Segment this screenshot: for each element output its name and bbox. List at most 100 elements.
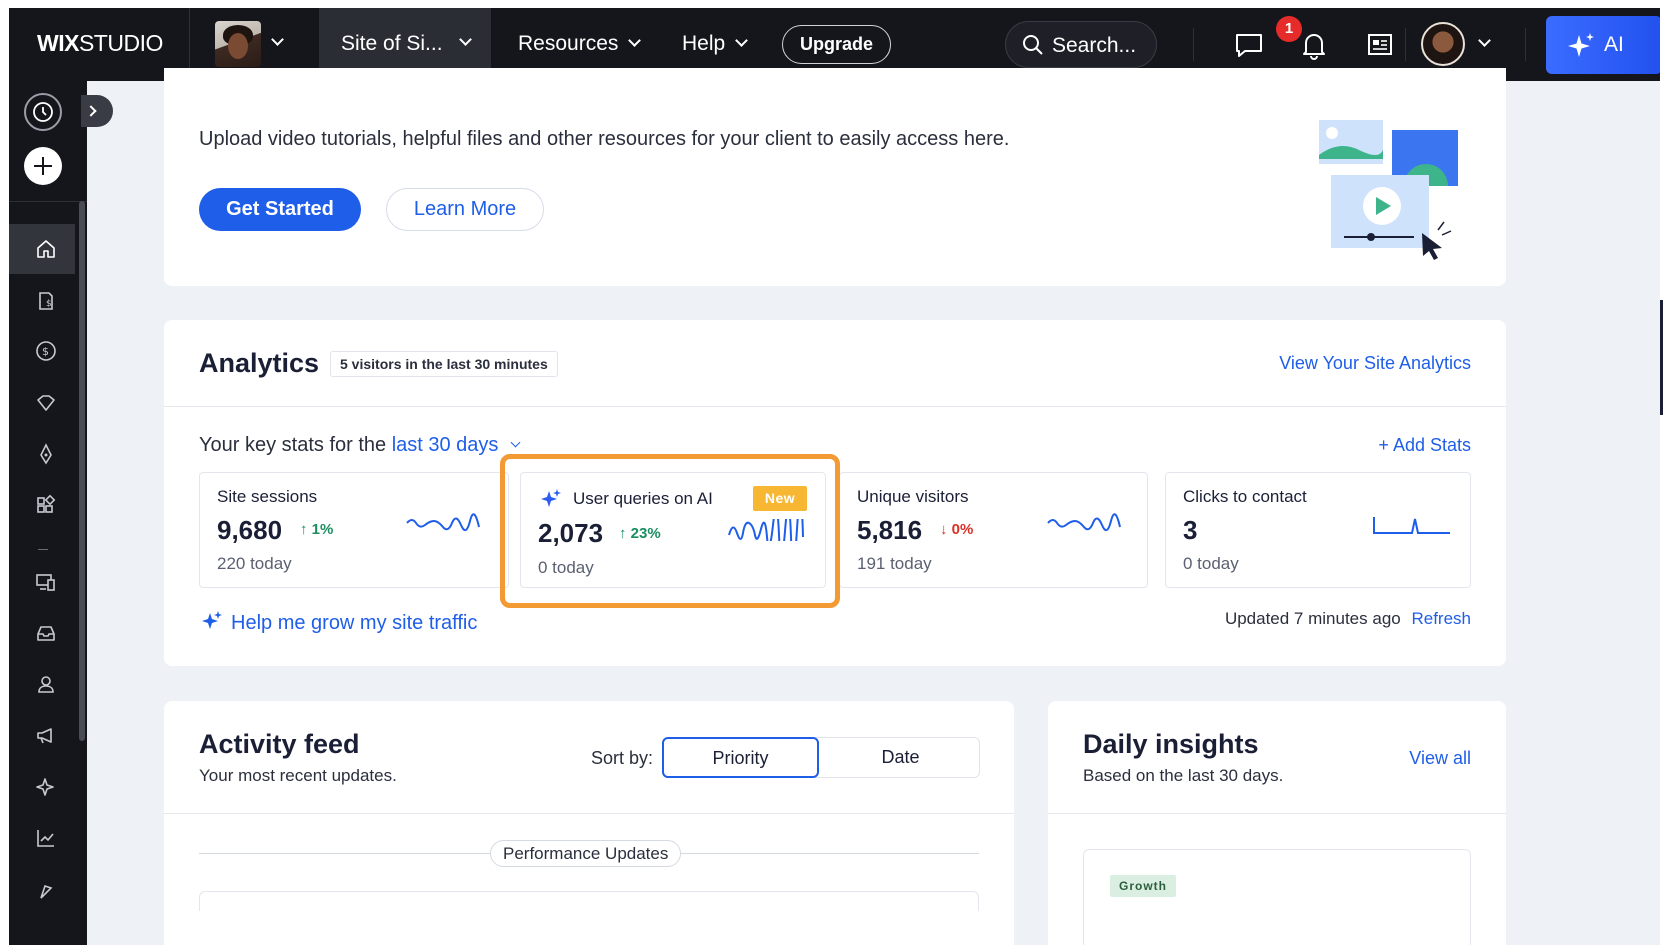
sales-document-icon[interactable]: $ — [35, 290, 57, 312]
activity-feed-title: Activity feed — [199, 729, 360, 759]
stat-card-unique-visitors[interactable]: Unique visitors 5,816 ↓ 0% 191 today — [839, 472, 1148, 588]
divider — [1405, 28, 1406, 61]
last-updated: Updated 7 minutes ago Refresh — [1224, 609, 1471, 628]
workspace-switcher[interactable] — [215, 21, 295, 67]
stat-card-site-sessions[interactable]: Site sessions 9,680 ↑ 1% 220 today — [199, 472, 509, 588]
stat-change: ↓ 0% — [940, 521, 974, 538]
search-bar[interactable]: Search... — [1005, 21, 1157, 68]
sort-priority-option[interactable]: Priority — [662, 737, 819, 778]
stat-card-clicks-to-contact[interactable]: Clicks to contact 3 0 today — [1165, 472, 1471, 588]
highlight-frame — [500, 454, 840, 608]
divider — [1193, 28, 1194, 61]
app-frame: WIXSTUDIO Site of Si... Resources Help U… — [9, 8, 1669, 945]
client-resources-card: Upload video tutorials, helpful files an… — [164, 68, 1506, 286]
stat-change: ↑ 1% — [300, 521, 334, 538]
view-site-analytics-link[interactable]: View Your Site Analytics — [1279, 353, 1471, 374]
sort-toggle: Priority Date — [662, 737, 980, 778]
stat-value: 9,680 — [217, 515, 283, 545]
chevron-down-icon[interactable] — [510, 437, 521, 448]
megaphone-icon[interactable] — [35, 724, 57, 746]
chevron-down-icon[interactable] — [1478, 34, 1491, 47]
search-icon — [1023, 35, 1043, 55]
sparkline — [1373, 517, 1450, 534]
add-stats-button[interactable]: + Add Stats — [1378, 435, 1471, 456]
svg-text:$: $ — [42, 345, 49, 358]
dollar-icon[interactable]: $ — [35, 340, 57, 362]
growth-tag: Growth — [1110, 875, 1176, 897]
sparkline — [406, 513, 480, 532]
key-stats-heading: Your key stats for the last 30 days — [199, 434, 521, 457]
learn-more-button[interactable]: Learn More — [386, 188, 544, 231]
notification-badge: 1 — [1276, 16, 1302, 42]
store-tag-icon[interactable] — [35, 392, 57, 414]
daily-insights-card: Daily insights Based on the last 30 days… — [1048, 701, 1506, 945]
ai-assistant-button[interactable]: AI — [1546, 16, 1662, 74]
activity-feed-card: Activity feed Your most recent updates. … — [164, 701, 1014, 945]
sidebar-scrollbar[interactable] — [79, 201, 85, 741]
menu-help[interactable]: Help — [682, 32, 749, 56]
expand-sidebar-button[interactable] — [81, 95, 113, 127]
history-icon[interactable] — [24, 93, 62, 131]
apps-icon[interactable] — [35, 494, 57, 516]
search-placeholder: Search... — [1052, 34, 1137, 57]
ai-sparkle-icon — [202, 611, 222, 629]
devices-icon[interactable] — [35, 571, 57, 593]
sparkle-icon — [1568, 33, 1594, 57]
contacts-icon[interactable] — [35, 673, 57, 695]
card-description: Upload video tutorials, helpful files an… — [199, 128, 1010, 150]
refresh-link[interactable]: Refresh — [1411, 609, 1471, 628]
divider — [9, 201, 87, 202]
ai-label: AI — [1604, 33, 1624, 56]
svg-text:$: $ — [46, 299, 52, 309]
stat-label: Site sessions — [217, 487, 318, 506]
stat-value: 5,816 — [857, 515, 923, 545]
chevron-down-icon — [735, 34, 749, 47]
analytics-chart-icon[interactable] — [35, 827, 57, 849]
menu-resources[interactable]: Resources — [518, 32, 642, 56]
add-icon[interactable] — [24, 147, 62, 185]
user-avatar[interactable] — [1421, 22, 1465, 66]
sort-by-label: Sort by: — [591, 748, 654, 768]
divider — [1525, 28, 1526, 61]
get-started-button[interactable]: Get Started — [199, 188, 361, 231]
chat-icon[interactable] — [1229, 25, 1269, 65]
divider — [38, 549, 48, 550]
wix-studio-logo[interactable]: WIXSTUDIO — [37, 30, 163, 57]
daily-insights-subtitle: Based on the last 30 days. — [1083, 766, 1284, 785]
chevron-down-icon — [459, 33, 472, 46]
grow-traffic-link[interactable]: Help me grow my site traffic — [201, 607, 477, 635]
upgrade-button[interactable]: Upgrade — [782, 25, 891, 64]
video-tutorial-illustration — [1319, 120, 1458, 260]
live-visitors-pill: 5 visitors in the last 30 minutes — [330, 351, 558, 377]
daily-insights-title: Daily insights — [1083, 729, 1259, 759]
chevron-down-icon — [628, 34, 642, 47]
period-selector[interactable]: last 30 days — [392, 434, 499, 456]
divider — [1048, 813, 1506, 814]
activity-item[interactable] — [199, 891, 979, 911]
stat-today: 220 today — [217, 554, 292, 573]
sort-date-option[interactable]: Date — [822, 738, 979, 779]
chevron-right-icon — [85, 105, 97, 117]
window-edge — [1660, 0, 1669, 945]
newsfeed-icon[interactable] — [1360, 25, 1400, 65]
left-sidebar: $ $ — [9, 81, 87, 945]
inbox-icon[interactable] — [35, 622, 57, 644]
divider — [164, 813, 1014, 814]
performance-updates-label: Performance Updates — [490, 840, 682, 867]
insight-card[interactable]: Growth — [1083, 849, 1471, 945]
stat-today: 0 today — [1183, 554, 1239, 573]
sparkline — [1047, 513, 1121, 532]
stat-today: 191 today — [857, 554, 932, 573]
divider — [164, 406, 1506, 407]
pen-design-icon[interactable] — [35, 443, 57, 465]
ai-sparkle-icon[interactable] — [35, 775, 57, 797]
activity-feed-subtitle: Your most recent updates. — [199, 766, 397, 785]
analytics-title: Analytics — [199, 348, 320, 378]
stat-label: Clicks to contact — [1183, 487, 1307, 506]
brush-icon[interactable] — [35, 878, 57, 900]
stat-label: Unique visitors — [857, 487, 969, 506]
home-icon[interactable] — [35, 238, 57, 260]
workspace-avatar — [215, 21, 261, 67]
stat-value: 3 — [1183, 515, 1198, 545]
view-all-link[interactable]: View all — [1409, 748, 1471, 769]
